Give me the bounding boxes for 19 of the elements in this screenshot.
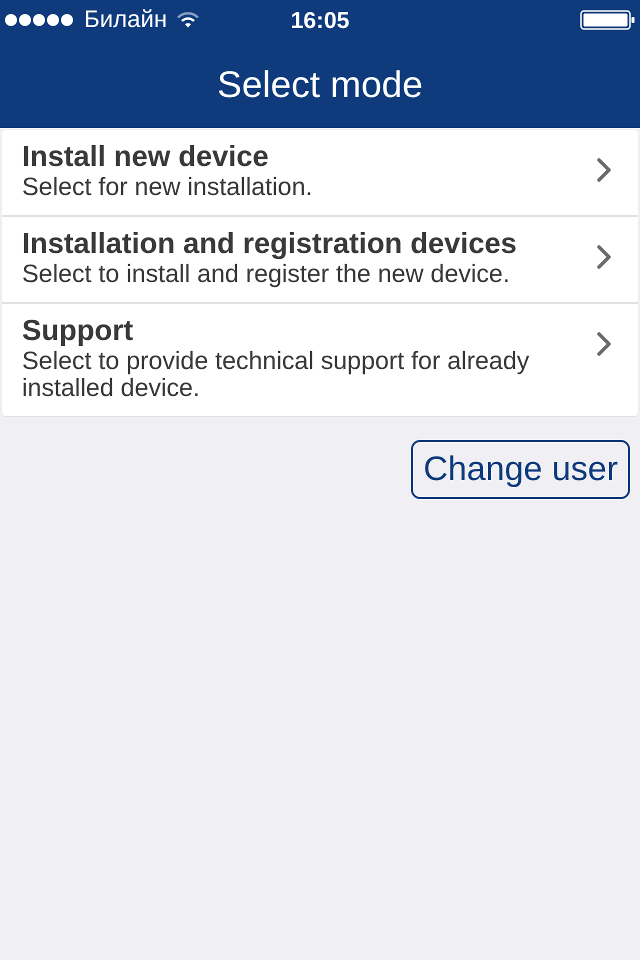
change-user-button[interactable]: Change user	[411, 440, 630, 499]
mode-list-item[interactable]: Support Select to provide technical support for already installed device.	[2, 302, 638, 416]
chevron-right-icon	[596, 158, 612, 182]
mode-title: Installation and registration devices	[22, 227, 518, 261]
mode-description: Select to install and register the new device.	[22, 261, 511, 288]
carrier-name: Билайн	[84, 8, 168, 32]
chevron-right-icon	[596, 332, 612, 356]
mode-description: Select to provide technical support for already installed device.	[22, 348, 530, 402]
wifi-icon	[177, 12, 200, 28]
mode-title: Support	[22, 314, 134, 348]
battery-icon	[580, 10, 636, 30]
mode-title: Install new device	[22, 140, 270, 174]
mode-list-item[interactable]: Installation and registration devices Select to install and register the new device.	[2, 215, 638, 302]
screen-title: Select mode	[217, 66, 423, 102]
status-time: 16:05	[290, 8, 350, 32]
mode-list-item[interactable]: Install new device Select for new installation.	[2, 130, 638, 215]
signal-strength-icon	[4, 13, 74, 27]
mode-description: Select for new installation.	[22, 174, 314, 201]
chevron-right-icon	[596, 245, 612, 269]
